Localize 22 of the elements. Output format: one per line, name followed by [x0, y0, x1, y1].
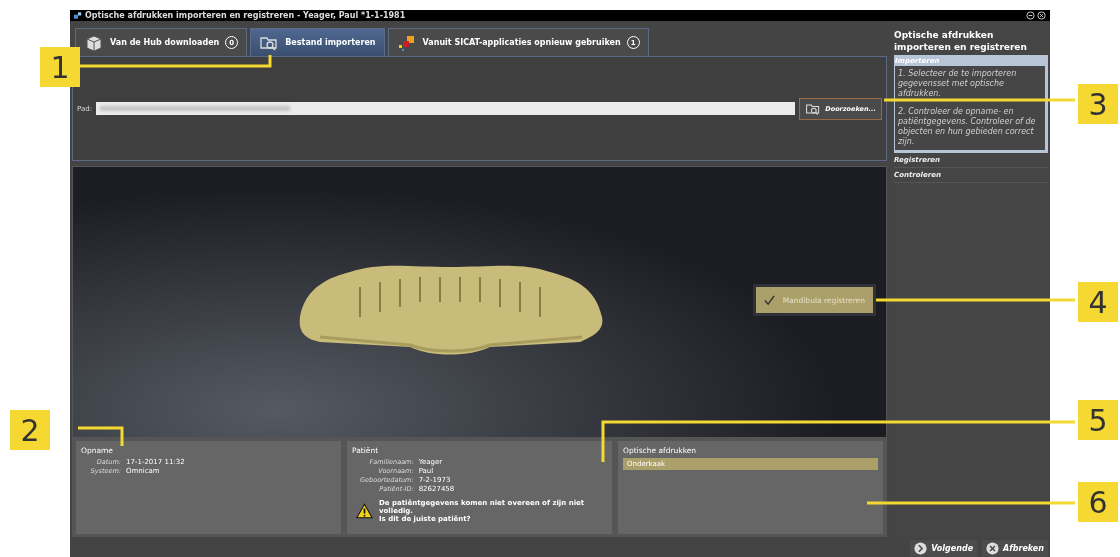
callout-number: 5 [1078, 400, 1118, 440]
close-icon[interactable] [1037, 11, 1046, 20]
sidebar-title: Optische afdrukken importeren en registreren [894, 29, 1028, 54]
chevron-right-icon [914, 542, 928, 555]
callout-number: 3 [1078, 84, 1118, 124]
instruction-text: 2. Controleer de opname- en patiëntgegevens. Controleer of de objecten en hun gebieden correct zijn. [898, 107, 1037, 148]
callout-number: 4 [1078, 282, 1118, 322]
next-button[interactable]: Volgende [910, 540, 978, 557]
leader-line [78, 426, 124, 446]
window-title: Optische afdrukken importeren en registreren - Yeager, Paul *1-1-1981 [85, 11, 406, 20]
check-icon [763, 294, 775, 306]
minimize-icon[interactable] [1026, 11, 1035, 20]
callout-number: 6 [1078, 482, 1118, 522]
path-field[interactable] [96, 102, 796, 115]
callout-number: 1 [40, 47, 80, 87]
tab[interactable]: Bestand importeren [250, 28, 385, 56]
app-icon [74, 12, 82, 19]
callout-number: 2 [10, 410, 50, 450]
cancel-button[interactable]: Afbreken [982, 540, 1048, 557]
warning-icon [356, 503, 373, 519]
instruction-text: 1. Selecteer de te importeren gegevensset met optische afdrukken. [898, 69, 1018, 100]
close-icon [986, 542, 1000, 555]
